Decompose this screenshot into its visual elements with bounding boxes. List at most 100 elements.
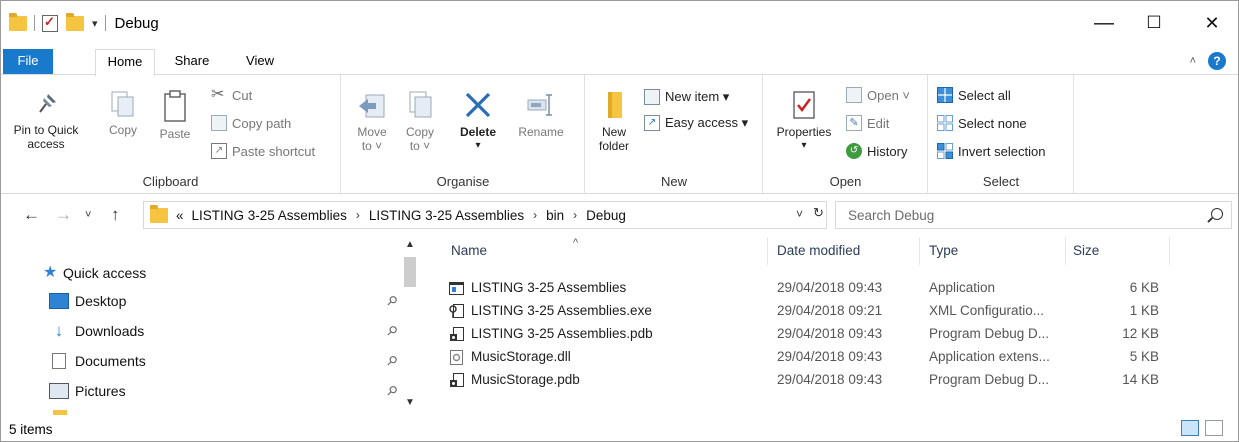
desktop-icon	[49, 293, 69, 309]
breadcrumb-item[interactable]: bin	[546, 208, 564, 223]
nav-item-desktop[interactable]: Desktop	[49, 291, 126, 311]
copy-to-button[interactable]: Copy to ˅	[400, 89, 440, 153]
new-item-button[interactable]: New item ▾	[644, 87, 729, 107]
table-row[interactable]: LISTING 3-25 Assemblies 29/04/2018 09:43…	[421, 277, 1238, 300]
new-folder-icon	[608, 92, 622, 118]
forward-arrow-icon[interactable]: →	[55, 205, 72, 225]
pinned-icon: ⚲	[383, 291, 401, 310]
pin-label-line2: access	[27, 137, 65, 151]
edit-button[interactable]: ✎ Edit	[846, 113, 889, 133]
nav-item-label: Pictures	[75, 383, 126, 399]
search-icon[interactable]	[1211, 208, 1223, 220]
nav-item-quick-access[interactable]: ★ Quick access	[43, 263, 146, 283]
maximize-button[interactable]: ☐	[1131, 7, 1177, 39]
ribbon-tabs: File Home Share View ˄ ?	[1, 47, 1238, 76]
customize-toolbar-dropdown-icon[interactable]: ▾	[92, 17, 98, 30]
breadcrumb-separator-icon[interactable]: ›	[573, 208, 577, 222]
item-count: 5 items	[9, 422, 53, 437]
column-header-size[interactable]: Size	[1073, 243, 1099, 258]
easy-access-button[interactable]: ↗ Easy access ▾	[644, 113, 748, 133]
status-bar: 5 items	[1, 415, 1238, 441]
paste-shortcut-label: Paste shortcut	[232, 143, 316, 159]
copy-path-button[interactable]: Copy path	[211, 113, 291, 133]
close-button[interactable]: ✕	[1189, 7, 1235, 39]
nav-item-label: Desktop	[75, 293, 127, 309]
select-all-icon	[937, 87, 953, 103]
breadcrumb-item[interactable]: LISTING 3-25 Assemblies	[192, 208, 347, 223]
select-none-button[interactable]: Select none	[937, 113, 1027, 133]
recent-locations-chevron-icon[interactable]: ˅	[85, 209, 91, 221]
open-button[interactable]: Open ˅	[846, 85, 910, 105]
address-bar[interactable]: « LISTING 3-25 Assemblies › LISTING 3-25…	[143, 201, 827, 229]
window-title: Debug	[114, 14, 159, 32]
column-divider[interactable]	[919, 237, 920, 265]
nav-item-downloads[interactable]: ↓ Downloads	[49, 321, 145, 341]
minimize-button[interactable]: —	[1081, 7, 1127, 39]
table-row[interactable]: LISTING 3-25 Assemblies.exe 29/04/2018 0…	[421, 300, 1238, 323]
column-divider[interactable]	[1065, 237, 1066, 265]
column-divider[interactable]	[767, 237, 768, 265]
properties-icon[interactable]	[42, 14, 58, 32]
column-header-type[interactable]: Type	[929, 243, 958, 258]
tab-share[interactable]: Share	[167, 49, 217, 75]
pdb-file-icon	[450, 327, 464, 341]
new-folder-icon[interactable]	[66, 12, 84, 31]
tab-view[interactable]: View	[237, 49, 283, 75]
breadcrumb-item[interactable]: LISTING 3-25 Assemblies	[369, 208, 524, 223]
properties-dropdown-icon[interactable]: ▾	[770, 139, 838, 153]
new-folder-label-line1: New	[601, 125, 626, 139]
scissors-icon: ✂	[211, 86, 225, 103]
history-button[interactable]: ↺ History	[846, 141, 907, 161]
invert-selection-button[interactable]: Invert selection	[937, 141, 1045, 161]
scroll-thumb[interactable]	[404, 257, 416, 287]
collapse-ribbon-icon[interactable]: ˄	[1190, 55, 1196, 67]
refresh-icon[interactable]: ↻	[813, 205, 824, 221]
details-view-icon[interactable]	[1181, 420, 1199, 436]
scroll-down-icon[interactable]: ▼	[405, 397, 415, 408]
table-row[interactable]: MusicStorage.dll 29/04/2018 09:43 Applic…	[421, 346, 1238, 369]
cut-button[interactable]: ✂ Cut	[211, 85, 252, 105]
up-arrow-icon[interactable]: ↑	[111, 205, 120, 225]
nav-item-pictures[interactable]: Pictures	[49, 381, 126, 401]
back-arrow-icon[interactable]: ←	[23, 205, 40, 225]
search-input[interactable]: Search Debug	[835, 201, 1232, 229]
column-divider[interactable]	[1169, 237, 1170, 265]
properties-button[interactable]: Properties ▾	[770, 89, 838, 153]
paste-shortcut-button[interactable]: ↗ Paste shortcut	[211, 141, 315, 161]
select-all-label: Select all	[958, 87, 1011, 103]
file-name: LISTING 3-25 Assemblies	[471, 280, 627, 295]
star-icon: ★	[43, 264, 58, 281]
delete-button[interactable]: Delete ▾	[450, 89, 506, 153]
move-to-button[interactable]: Move to ˅	[352, 89, 392, 153]
select-all-button[interactable]: Select all	[937, 85, 1011, 105]
large-icons-view-icon[interactable]	[1205, 420, 1223, 436]
paste-button[interactable]: Paste	[153, 89, 197, 141]
column-header-name[interactable]: ^ Name	[451, 237, 578, 258]
scroll-up-icon[interactable]: ▲	[405, 239, 415, 250]
column-header-date[interactable]: Date modified	[777, 243, 860, 258]
copy-button[interactable]: Copy	[101, 89, 145, 137]
new-folder-button[interactable]: New folder	[590, 89, 638, 153]
breadcrumb-item[interactable]: Debug	[586, 208, 626, 223]
breadcrumb-separator-icon[interactable]: ›	[356, 208, 360, 222]
breadcrumb-separator-icon[interactable]: ›	[533, 208, 537, 222]
documents-icon	[52, 353, 66, 369]
file-size: 12 KB	[1122, 326, 1159, 341]
table-row[interactable]: LISTING 3-25 Assemblies.pdb 29/04/2018 0…	[421, 323, 1238, 346]
pin-to-quick-access-button[interactable]: Pin to Quick access	[7, 89, 85, 151]
nav-item-documents[interactable]: Documents	[49, 351, 146, 371]
tab-file[interactable]: File	[3, 49, 53, 75]
nav-scrollbar[interactable]: ▲ ▼	[401, 233, 419, 415]
folder-icon[interactable]	[9, 12, 27, 31]
file-name: LISTING 3-25 Assemblies.exe	[471, 303, 652, 318]
file-size: 14 KB	[1122, 372, 1159, 387]
help-icon[interactable]: ?	[1208, 52, 1226, 70]
tab-home[interactable]: Home	[95, 49, 155, 76]
breadcrumb-overflow[interactable]: «	[176, 208, 184, 223]
address-dropdown-icon[interactable]: ˅	[796, 207, 803, 221]
delete-dropdown-icon[interactable]: ▾	[450, 139, 506, 153]
rename-button[interactable]: Rename	[512, 89, 570, 139]
table-row[interactable]: MusicStorage.pdb 29/04/2018 09:43 Progra…	[421, 369, 1238, 392]
invert-selection-icon	[937, 143, 953, 159]
title-bar: ▾ Debug — ☐ ✕	[1, 1, 1238, 47]
